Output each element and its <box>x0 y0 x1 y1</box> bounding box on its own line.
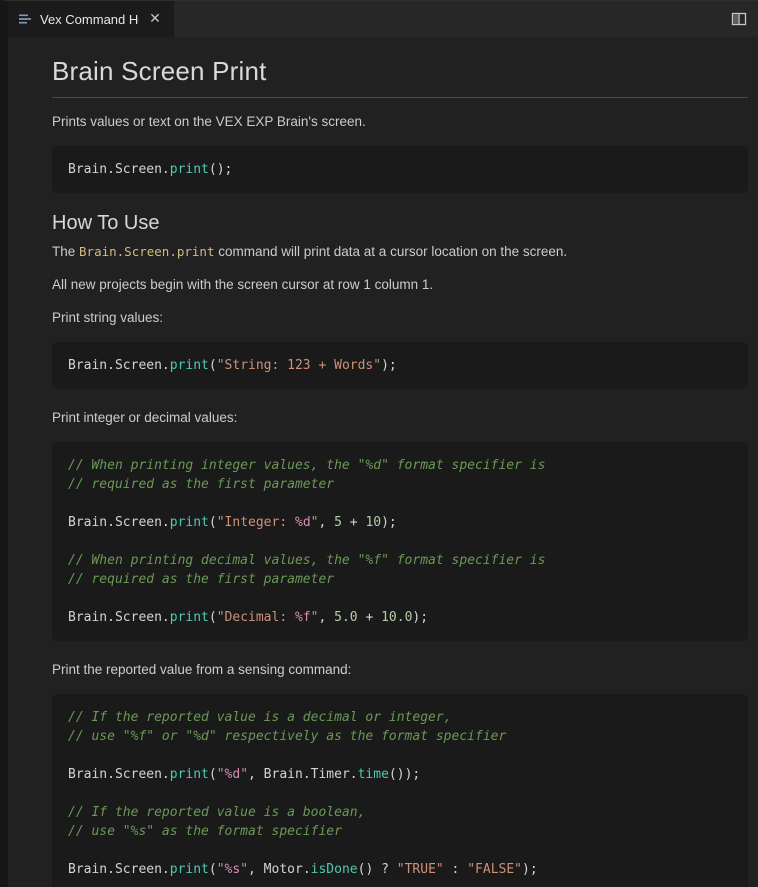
code-line: // use "%f" or "%d" respectively as the … <box>68 727 732 746</box>
code-line <box>68 589 732 608</box>
code-line: // use "%s" as the format specifier <box>68 822 732 841</box>
code-line: // When printing decimal values, the "%f… <box>68 551 732 570</box>
code-line <box>68 746 732 765</box>
tab-vex-command-help[interactable]: Vex Command Help ✕ <box>8 1 174 37</box>
string-values-label: Print string values: <box>52 309 748 327</box>
usage-text-post: command will print data at a cursor loca… <box>214 244 567 259</box>
code-line: // If the reported value is a decimal or… <box>68 708 732 727</box>
code-line <box>68 532 732 551</box>
tab-close-button[interactable]: ✕ <box>146 10 164 28</box>
cursor-note-paragraph: All new projects begin with the screen c… <box>52 276 748 294</box>
usage-text-pre: The <box>52 244 79 259</box>
code-line: Brain.Screen.print("%d", Brain.Timer.tim… <box>68 765 732 784</box>
code-line: Brain.Screen.print("%s", Motor.isDone() … <box>68 860 732 879</box>
help-document: Brain Screen Print Prints values or text… <box>8 37 758 887</box>
code-line: Brain.Screen.print("Integer: %d", 5 + 10… <box>68 513 732 532</box>
code-line: Brain.Screen.print("String: 123 + Words"… <box>68 356 732 375</box>
tabbar-actions <box>728 1 758 37</box>
code-block-string: Brain.Screen.print("String: 123 + Words"… <box>52 342 748 389</box>
editor-window: Vex Command Help ✕ Brain Screen Print Pr… <box>0 0 758 887</box>
code-line: // required as the first parameter <box>68 570 732 589</box>
numeric-values-label: Print integer or decimal values: <box>52 409 748 427</box>
tab-bar: Vex Command Help ✕ <box>8 1 758 37</box>
how-to-use-heading: How To Use <box>52 210 748 236</box>
inline-code-command: Brain.Screen.print <box>79 244 214 259</box>
split-editor-icon[interactable] <box>728 8 750 30</box>
code-block-numeric: // When printing integer values, the "%d… <box>52 442 748 641</box>
tab-title: Vex Command Help <box>40 12 139 27</box>
code-line <box>68 841 732 860</box>
code-line: Brain.Screen.print("Decimal: %f", 5.0 + … <box>68 608 732 627</box>
code-block-sensing: // If the reported value is a decimal or… <box>52 694 748 887</box>
intro-paragraph: Prints values or text on the VEX EXP Bra… <box>52 113 748 131</box>
code-line <box>68 494 732 513</box>
code-line <box>68 784 732 803</box>
code-line: // If the reported value is a boolean, <box>68 803 732 822</box>
code-line: Brain.Screen.print(); <box>68 160 732 179</box>
page-title: Brain Screen Print <box>52 55 748 98</box>
code-block-basic: Brain.Screen.print(); <box>52 146 748 193</box>
code-line: // When printing integer values, the "%d… <box>68 456 732 475</box>
sensing-command-label: Print the reported value from a sensing … <box>52 661 748 679</box>
code-line: // required as the first parameter <box>68 475 732 494</box>
usage-paragraph: The Brain.Screen.print command will prin… <box>52 243 748 261</box>
list-icon <box>17 11 33 27</box>
